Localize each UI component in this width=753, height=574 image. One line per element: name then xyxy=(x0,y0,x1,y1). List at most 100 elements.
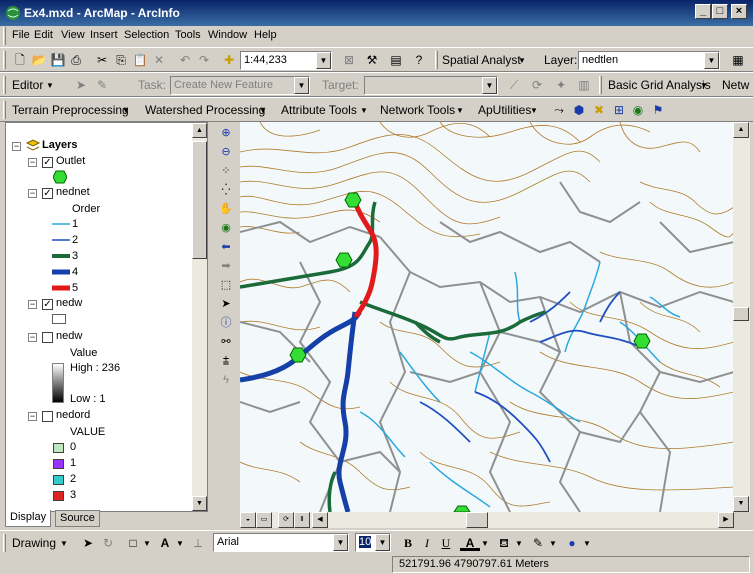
collapse-nedw-icon[interactable]: − xyxy=(28,300,37,309)
chevron-down-icon[interactable]: ▼ xyxy=(515,539,523,548)
tab-source[interactable]: Source xyxy=(55,510,100,527)
drawing-menu[interactable]: Drawing xyxy=(12,536,56,550)
add-data-icon[interactable]: ✚ xyxy=(219,50,239,70)
menu-file[interactable]: File xyxy=(12,29,30,41)
chevron-down-icon[interactable]: ▼ xyxy=(481,539,489,548)
menu-view[interactable]: View xyxy=(61,29,85,41)
rotate-tool-icon[interactable]: ⟳ xyxy=(527,75,547,95)
toc-layer-nedw-grid[interactable]: nedw xyxy=(56,330,82,342)
edit-vertices-icon[interactable]: ⟂ xyxy=(188,533,208,553)
toc-scroll-thumb[interactable] xyxy=(192,141,207,259)
menu-selection[interactable]: Selection xyxy=(124,29,169,41)
scroll-up-icon[interactable]: ▲ xyxy=(733,122,749,138)
measure-icon[interactable]: ⩲ xyxy=(217,352,235,370)
cut-icon[interactable]: ✂ xyxy=(92,50,112,70)
delete-icon[interactable]: ✕ xyxy=(149,50,169,70)
chevron-down-icon[interactable]: ▼ xyxy=(294,77,309,94)
forward-extent-icon[interactable]: ➡ xyxy=(217,257,235,275)
menu-window[interactable]: Window xyxy=(208,29,247,41)
outlet-checkbox[interactable]: ✓ xyxy=(42,157,53,168)
zoom-in-icon[interactable]: ⊕ xyxy=(217,124,235,142)
scroll-up-icon[interactable]: ▲ xyxy=(192,123,207,138)
select-elements-arrow-icon[interactable]: ➤ xyxy=(78,533,98,553)
chevron-down-icon[interactable]: ▼ xyxy=(122,106,130,115)
nedord-checkbox[interactable] xyxy=(42,411,53,422)
new-doc-icon[interactable]: 🗋 xyxy=(10,50,30,70)
chevron-down-icon[interactable]: ▼ xyxy=(143,539,151,548)
batch-point-icon[interactable]: ✖ xyxy=(589,100,609,120)
select-elements-icon[interactable]: ➤ xyxy=(217,295,235,313)
chevron-down-icon[interactable]: ▼ xyxy=(176,539,184,548)
scroll-down-icon[interactable]: ▼ xyxy=(733,496,749,512)
rotate-icon[interactable]: ↻ xyxy=(98,533,118,553)
scroll-right-icon[interactable]: ▶ xyxy=(718,512,734,528)
toc-layer-nedw[interactable]: nedw xyxy=(56,297,82,309)
trace-network-icon[interactable]: ⊞ xyxy=(609,100,629,120)
chevron-down-icon[interactable]: ▼ xyxy=(700,81,708,90)
sketch-properties-icon[interactable]: ▥ xyxy=(574,75,594,95)
underline-button[interactable]: U xyxy=(436,533,456,553)
toc-layer-nednet[interactable]: nednet xyxy=(56,186,90,198)
refresh-icon[interactable]: ⟳ xyxy=(278,512,294,528)
find-binoculars-icon[interactable]: ⚯ xyxy=(217,333,235,351)
new-text-icon[interactable]: A xyxy=(155,533,175,553)
bold-button[interactable]: B xyxy=(398,533,418,553)
raster-calculator-icon[interactable]: ▦ xyxy=(728,50,748,70)
hyperlink-icon[interactable]: ϟ xyxy=(217,371,235,389)
back-extent-icon[interactable]: ⬅ xyxy=(217,238,235,256)
menu-edit[interactable]: Edit xyxy=(34,29,53,41)
toolbar-grip-6[interactable] xyxy=(3,534,6,552)
scale-dropdown[interactable]: 1:44,233 ▼ xyxy=(240,51,332,70)
toc-layers-root[interactable]: Layers xyxy=(42,139,77,151)
toolbar-grip[interactable] xyxy=(3,51,6,69)
map-hscroll-thumb[interactable] xyxy=(466,512,488,528)
toc-scrollbar[interactable]: ▲ ▼ xyxy=(192,123,207,511)
flag-icon[interactable]: ⚑ xyxy=(648,100,668,120)
zoom-out-icon[interactable]: ⊖ xyxy=(217,143,235,161)
full-extent-globe-icon[interactable]: ◉ xyxy=(217,219,235,237)
close-button[interactable]: × xyxy=(731,4,747,19)
map-vertical-scrollbar[interactable]: ▲ ▼ xyxy=(733,122,750,512)
target-dropdown[interactable]: ▼ xyxy=(364,76,498,95)
font-dropdown[interactable]: Arial ▼ xyxy=(213,533,349,552)
editor-menu[interactable]: Editor xyxy=(12,78,43,92)
pan-hand-icon[interactable]: ✋ xyxy=(217,200,235,218)
nedw-checkbox[interactable]: ✓ xyxy=(42,299,53,310)
print-icon[interactable]: ⎙ xyxy=(66,50,86,70)
nedw-grid-checkbox[interactable] xyxy=(42,332,53,343)
editor-toolbar-icon[interactable]: ⊠ xyxy=(339,50,359,70)
minimize-button[interactable]: _ xyxy=(695,4,711,19)
chevron-down-icon[interactable]: ▼ xyxy=(316,52,331,69)
toolbar-grip-2[interactable] xyxy=(435,51,438,69)
nednet-checkbox[interactable]: ✓ xyxy=(42,188,53,199)
pause-icon[interactable]: Ⅱ xyxy=(294,512,310,528)
chevron-down-icon[interactable]: ▼ xyxy=(375,534,390,551)
toolbar-grip-3[interactable] xyxy=(3,76,6,94)
paste-icon[interactable]: 📋 xyxy=(130,50,150,70)
chevron-down-icon[interactable]: ▼ xyxy=(60,539,68,548)
arccatalog-icon[interactable]: ▤ xyxy=(386,50,406,70)
redo-icon[interactable]: ↷ xyxy=(194,50,214,70)
chevron-down-icon[interactable]: ▼ xyxy=(259,106,267,115)
sketch-pencil-icon[interactable]: ✎ xyxy=(92,75,112,95)
menu-insert[interactable]: Insert xyxy=(90,29,118,41)
fill-color-bucket-icon[interactable]: ⛾ xyxy=(494,533,514,553)
collapse-layers-icon[interactable]: − xyxy=(12,142,21,151)
maximize-button[interactable]: □ xyxy=(712,4,728,19)
menu-tools[interactable]: Tools xyxy=(175,29,201,41)
scroll-down-icon[interactable]: ▼ xyxy=(192,496,207,511)
scroll-left-icon[interactable]: ◀ xyxy=(312,512,328,528)
undo-icon[interactable]: ↶ xyxy=(175,50,195,70)
edit-arrow-icon[interactable]: ➤ xyxy=(71,75,91,95)
collapse-nedord-icon[interactable]: − xyxy=(28,412,37,421)
select-features-icon[interactable]: ⬚ xyxy=(217,276,235,294)
basic-grid-analysis-menu[interactable]: Basic Grid Analysis xyxy=(608,78,711,92)
chevron-down-icon[interactable]: ▼ xyxy=(583,539,591,548)
chevron-down-icon[interactable]: ▼ xyxy=(482,77,497,94)
aputilities-menu[interactable]: ApUtilities xyxy=(478,103,531,117)
flow-path-icon[interactable]: ⤳ xyxy=(549,100,569,120)
menu-grip[interactable] xyxy=(3,27,6,45)
marker-color-icon[interactable]: ● xyxy=(562,533,582,553)
line-color-pen-icon[interactable]: ✎ xyxy=(528,533,548,553)
attribute-tools-menu[interactable]: Attribute Tools xyxy=(281,103,357,117)
